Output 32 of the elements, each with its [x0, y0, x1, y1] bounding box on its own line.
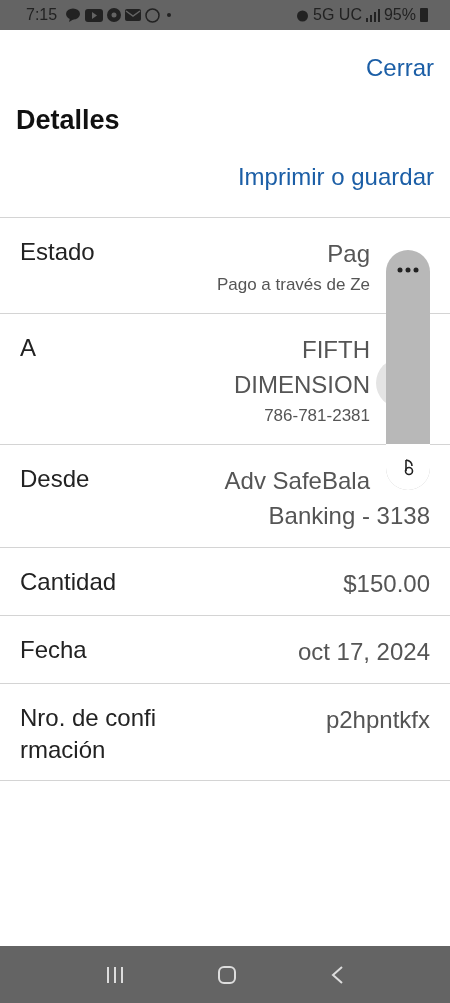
field-value: 786-781-2381 [264, 404, 370, 427]
battery-icon [420, 8, 428, 22]
field-value: oct 17, 2024 [297, 636, 430, 667]
home-icon[interactable] [217, 964, 237, 985]
field-value: p2hpntkfx [325, 704, 430, 735]
field-value: Adv SafeBala [224, 465, 370, 496]
signal-icon [365, 8, 380, 22]
field-label: Nro. de confi rmación [20, 702, 158, 765]
field-label: Fecha [20, 634, 88, 665]
close-link[interactable]: Cerrar [366, 50, 434, 86]
field-value: $150.00 [343, 568, 430, 599]
video-icon [85, 8, 104, 22]
chat-icon [65, 8, 82, 22]
more-icon[interactable] [396, 266, 420, 274]
field-label: Desde [20, 463, 91, 494]
mail-icon [125, 9, 142, 21]
print-link[interactable]: Imprimir o guardar [237, 158, 434, 195]
network-label: 5G UC [313, 5, 362, 25]
page-title: Detalles [15, 104, 121, 137]
field-label: A [20, 332, 37, 363]
field-label: Estado [20, 236, 96, 267]
status-time: 7:15 [26, 5, 58, 25]
field-value: FIFTH [302, 334, 370, 365]
browser-icon [107, 8, 122, 22]
battery-level: 95% [383, 5, 416, 25]
back-icon[interactable] [329, 964, 344, 985]
field-label: Cantidad [20, 566, 118, 597]
field-value: Pago a través de Ze [216, 273, 370, 296]
field-value: Pag [327, 238, 370, 269]
recent-apps-icon[interactable] [106, 965, 125, 984]
field-value: Banking - 3138 [268, 500, 430, 531]
field-value: DIMENSION [234, 369, 370, 400]
